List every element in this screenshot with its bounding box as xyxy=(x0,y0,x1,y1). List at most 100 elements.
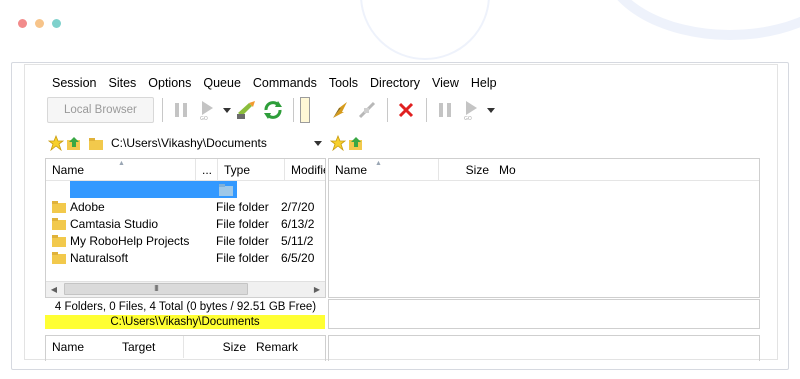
disconnect-plug-icon[interactable] xyxy=(355,98,379,122)
go-icon[interactable]: GO xyxy=(459,98,483,122)
remote-address-bar xyxy=(329,132,759,154)
go-icon[interactable]: GO xyxy=(195,98,219,122)
local-file-list: ▲ Name ... Type Modified Parent Director… xyxy=(45,158,326,298)
horizontal-scrollbar[interactable]: ◀ III ▶ xyxy=(46,281,325,297)
local-toolbar: Local Browser GO xyxy=(47,95,325,125)
column-size[interactable]: Size xyxy=(184,336,250,358)
remote-path-field[interactable] xyxy=(369,133,759,153)
menu-directory[interactable]: Directory xyxy=(365,73,427,93)
menu-bar: Session Sites Options Queue Commands Too… xyxy=(25,73,504,93)
local-rows: Parent Directory Adobe File folder 2/7/2… xyxy=(46,181,325,266)
list-item-type: File folder xyxy=(216,250,269,265)
minimize-dot-icon[interactable] xyxy=(35,19,44,28)
local-path-text: C:\Users\Vikashy\Documents xyxy=(111,136,267,150)
list-item[interactable]: Naturalsoft File folder 6/5/20 xyxy=(46,249,325,266)
list-item-parent-directory[interactable]: Parent Directory xyxy=(46,181,325,198)
star-icon[interactable] xyxy=(329,131,347,155)
menu-sites[interactable]: Sites xyxy=(103,73,143,93)
local-address-bar: C:\Users\Vikashy\Documents xyxy=(47,132,325,154)
maximize-dot-icon[interactable] xyxy=(52,19,61,28)
chevron-down-icon[interactable] xyxy=(485,98,497,122)
chevron-down-icon[interactable] xyxy=(221,98,233,122)
list-item-modified: 5/11/2 xyxy=(281,233,314,248)
connect-lightning-icon[interactable] xyxy=(329,98,353,122)
parent-folder-up-icon[interactable] xyxy=(347,131,365,155)
list-item-name: My RoboHelp Projects xyxy=(70,233,190,248)
menu-help[interactable]: Help xyxy=(466,73,504,93)
selection-highlight xyxy=(70,181,237,198)
list-item[interactable]: Camtasia Studio File folder 6/13/2 xyxy=(46,215,325,232)
menu-tools[interactable]: Tools xyxy=(324,73,365,93)
scroll-thumb[interactable]: III xyxy=(64,283,248,295)
folder-icon xyxy=(52,235,66,247)
list-item-name: Adobe xyxy=(70,199,105,214)
scroll-right-icon[interactable]: ▶ xyxy=(309,285,325,294)
column-name[interactable]: Name xyxy=(329,158,439,181)
ftp-client-window: Session Sites Options Queue Commands Too… xyxy=(24,64,778,361)
parent-folder-up-icon[interactable] xyxy=(65,131,83,155)
local-status-summary: 4 Folders, 0 Files, 4 Total (0 bytes / 9… xyxy=(54,301,317,313)
svg-text:GO: GO xyxy=(464,116,472,120)
toolbar-separator xyxy=(387,98,388,122)
svg-text:GO: GO xyxy=(200,116,208,120)
column-modified[interactable]: Modified xyxy=(285,159,325,181)
list-item-modified: 2/7/20 xyxy=(281,199,315,214)
menu-view[interactable]: View xyxy=(427,73,466,93)
folder-icon xyxy=(52,252,66,264)
queue-header: Name Target Size Remark xyxy=(46,336,325,358)
list-item-modified: 6/13/2 xyxy=(281,216,315,231)
close-dot-icon[interactable] xyxy=(18,19,27,28)
folder-toggle-icon[interactable] xyxy=(299,97,310,123)
folder-icon xyxy=(52,218,66,230)
list-item-modified: 6/5/20 xyxy=(281,250,315,265)
folder-up-icon xyxy=(218,184,233,196)
list-item-name: Parent Directory xyxy=(236,182,324,197)
column-size[interactable]: Size xyxy=(439,159,493,181)
sort-ascending-icon: ▲ xyxy=(375,160,382,167)
queue-side-panel xyxy=(328,335,760,361)
toolbar-separator xyxy=(292,98,294,122)
menu-options[interactable]: Options xyxy=(143,73,198,93)
list-item-name: Naturalsoft xyxy=(70,250,129,265)
toolbar-separator xyxy=(426,98,427,122)
list-item-type: File folder xyxy=(216,199,269,214)
pause-icon[interactable] xyxy=(169,98,193,122)
scroll-left-icon[interactable]: ◀ xyxy=(46,285,62,294)
transfer-queue: Name Target Size Remark xyxy=(45,335,326,361)
connect-arrows-icon[interactable] xyxy=(235,98,259,122)
pause-icon[interactable] xyxy=(433,98,457,122)
star-icon[interactable] xyxy=(47,131,65,155)
refresh-icon[interactable] xyxy=(261,98,285,122)
list-item[interactable]: Adobe File folder 2/7/20 xyxy=(46,198,325,215)
column-remark[interactable]: Remark xyxy=(250,336,310,358)
menu-session[interactable]: Session xyxy=(47,73,103,93)
remote-toolbar: GO xyxy=(329,95,759,125)
menu-commands[interactable]: Commands xyxy=(248,73,324,93)
sort-ascending-icon: ▲ xyxy=(118,160,125,167)
remote-list-header: ▲ Name Size Mo xyxy=(329,158,759,181)
chevron-down-icon[interactable] xyxy=(311,140,325,146)
menu-queue[interactable]: Queue xyxy=(198,73,248,93)
local-list-header: ▲ Name ... Type Modified xyxy=(46,158,325,181)
list-item-name: Camtasia Studio xyxy=(70,216,159,231)
column-modified[interactable]: Mo xyxy=(493,159,533,181)
column-type[interactable]: Type xyxy=(218,158,285,181)
folder-icon xyxy=(89,137,103,150)
list-item-type: File folder xyxy=(216,233,269,248)
folder-icon xyxy=(52,201,66,213)
local-path-field[interactable]: C:\Users\Vikashy\Documents xyxy=(87,133,325,153)
column-more[interactable]: ... xyxy=(196,158,218,181)
list-item-type: File folder xyxy=(216,216,269,231)
column-name[interactable]: Name xyxy=(46,336,116,358)
toolbar-separator xyxy=(161,98,163,122)
background-decoration xyxy=(360,0,490,60)
background-decoration xyxy=(600,0,800,40)
local-browser-button[interactable]: Local Browser xyxy=(47,97,154,123)
column-target[interactable]: Target xyxy=(116,336,184,358)
list-item[interactable]: My RoboHelp Projects File folder 5/11/2 xyxy=(46,232,325,249)
cancel-icon[interactable] xyxy=(394,98,418,122)
local-status-path: C:\Users\Vikashy\Documents xyxy=(45,315,325,329)
browser-frame-header xyxy=(0,0,800,62)
remote-status-area xyxy=(328,299,760,329)
remote-file-list: ▲ Name Size Mo xyxy=(328,158,760,298)
